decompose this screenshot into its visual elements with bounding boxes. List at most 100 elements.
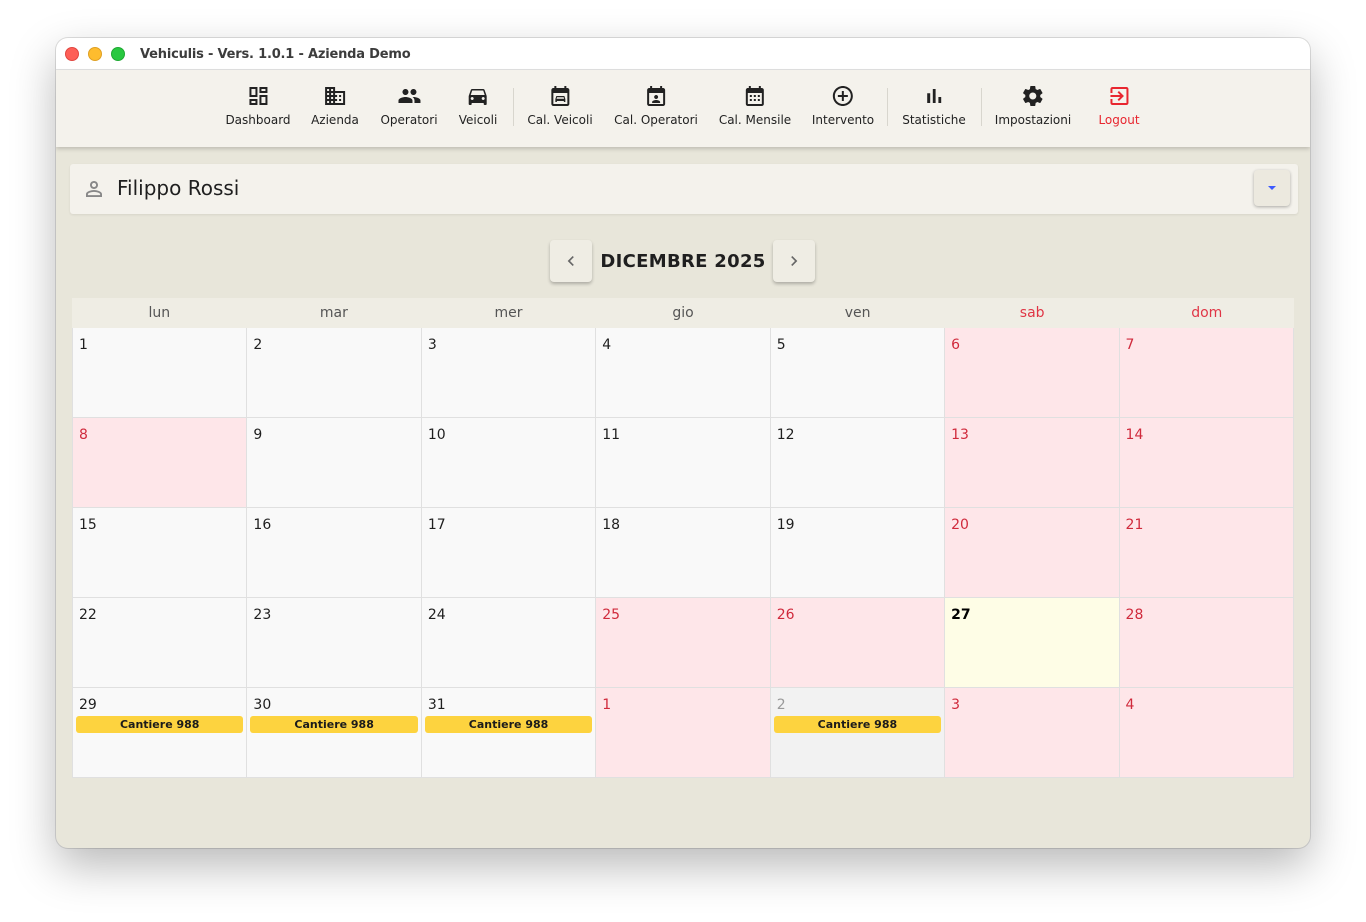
day-cell[interactable]: 17 <box>421 508 597 598</box>
day-cell[interactable]: 14 <box>1119 418 1294 508</box>
day-number: 8 <box>79 427 88 443</box>
day-number: 16 <box>253 517 272 533</box>
day-number: 12 <box>776 427 795 443</box>
day-cell[interactable]: 11 <box>596 418 771 508</box>
day-cell[interactable]: 18 <box>596 508 771 598</box>
calendar-grid-icon <box>746 86 764 106</box>
day-cell[interactable]: 4 <box>596 328 771 418</box>
day-cell[interactable]: 27 <box>945 598 1120 688</box>
operator-dropdown-button[interactable] <box>1254 170 1290 206</box>
toolbar-impostazioni-button[interactable]: Impostazioni <box>995 84 1071 134</box>
toolbar-cal-mensile-button[interactable]: Cal. Mensile <box>719 84 791 134</box>
weekday-label: sab <box>1019 305 1045 321</box>
day-cell[interactable]: 2 Cantiere 988 <box>770 688 946 778</box>
day-number: 31 <box>427 697 446 713</box>
day-cell[interactable]: 20 <box>945 508 1120 598</box>
day-number: 25 <box>602 607 621 623</box>
day-cell[interactable]: 15 <box>72 508 248 598</box>
weekday-label: lun <box>148 305 171 321</box>
day-number: 7 <box>1125 337 1135 353</box>
toolbar-intervento-label: Intervento <box>811 113 875 127</box>
day-number: 10 <box>427 427 446 443</box>
toolbar-cal-operatori-button[interactable]: Cal. Operatori <box>614 84 698 134</box>
weekday-label: mer <box>494 305 523 321</box>
toolbar-cal-operatori-label: Cal. Operatori <box>614 113 698 127</box>
toolbar-logout-button[interactable]: Logout <box>1098 84 1140 134</box>
add-circle-icon <box>833 86 853 106</box>
day-number: 21 <box>1125 517 1144 533</box>
day-cell[interactable]: 13 <box>945 418 1120 508</box>
day-cell[interactable]: 16 <box>247 508 422 598</box>
toolbar-cal-veicoli-button[interactable]: Cal. Veicoli <box>527 84 593 134</box>
day-number: 23 <box>253 607 272 623</box>
building-icon <box>325 87 345 105</box>
day-cell[interactable]: 21 <box>1119 508 1294 598</box>
day-number: 1 <box>79 337 88 353</box>
day-cell[interactable]: 3 <box>945 688 1120 778</box>
car-icon <box>468 89 487 105</box>
day-cell[interactable]: 8 <box>72 418 248 508</box>
day-number: 29 <box>79 697 97 713</box>
event-chip[interactable]: Cantiere 988 <box>424 716 593 733</box>
day-number: 1 <box>602 697 612 713</box>
toolbar-operatori-label: Operatori <box>380 113 438 127</box>
event-chip[interactable]: Cantiere 988 <box>250 716 418 733</box>
toolbar-separator <box>887 88 888 126</box>
toolbar-veicoli-button[interactable]: Veicoli <box>459 84 497 134</box>
chevron-right-icon <box>791 256 798 266</box>
day-cell[interactable]: 26 <box>770 598 946 688</box>
toolbar-separator <box>981 88 982 126</box>
toolbar-operatori-button[interactable]: Operatori <box>380 84 438 134</box>
dashboard-icon <box>248 87 267 105</box>
day-cell[interactable]: 19 <box>770 508 946 598</box>
caret-down-icon <box>1268 186 1276 190</box>
day-cell[interactable]: 6 <box>945 328 1120 418</box>
day-number: 5 <box>776 337 786 353</box>
close-window-button[interactable] <box>65 47 79 61</box>
event-chip[interactable]: Cantiere 988 <box>773 716 942 733</box>
week-row: 8 9 10 11 12 13 14 <box>72 418 1294 508</box>
day-cell[interactable]: 22 <box>72 598 248 688</box>
day-number: 19 <box>776 517 795 533</box>
day-cell[interactable]: 29 Cantiere 988 <box>72 688 248 778</box>
toolbar-logout-label: Logout <box>1098 113 1140 127</box>
weekday-label: gio <box>672 305 694 321</box>
toolbar-separator <box>513 88 514 126</box>
day-cell[interactable]: 2 <box>247 328 422 418</box>
week-row: 29 Cantiere 988 30 Cantiere 988 31 Cantiere 9… <box>72 688 1294 778</box>
title-bar: Vehiculis - Vers. 1.0.1 - Azienda Demo <box>56 38 1310 70</box>
toolbar-azienda-button[interactable]: Azienda <box>311 84 359 134</box>
toolbar-dashboard-button[interactable]: Dashboard <box>225 84 291 134</box>
day-cell[interactable]: 31 Cantiere 988 <box>421 688 597 778</box>
day-cell[interactable]: 3 <box>421 328 597 418</box>
day-number: 4 <box>602 337 612 353</box>
day-number: 28 <box>1125 607 1144 623</box>
day-cell[interactable]: 25 <box>596 598 771 688</box>
toolbar-cal-mensile-label: Cal. Mensile <box>718 113 792 127</box>
day-cell[interactable]: 12 <box>770 418 946 508</box>
calendar-person-icon <box>647 86 665 106</box>
day-cell[interactable]: 10 <box>421 418 597 508</box>
day-cell[interactable]: 1 <box>72 328 248 418</box>
next-month-button[interactable] <box>773 240 815 282</box>
day-cell[interactable]: 24 <box>421 598 597 688</box>
toolbar-cal-veicoli-label: Cal. Veicoli <box>527 113 593 127</box>
toolbar-statistiche-button[interactable]: Statistiche <box>902 84 966 134</box>
toolbar-intervento-button[interactable]: Intervento <box>812 84 874 134</box>
day-cell[interactable]: 23 <box>247 598 422 688</box>
day-cell[interactable]: 28 <box>1119 598 1294 688</box>
day-cell[interactable]: 30 Cantiere 988 <box>247 688 422 778</box>
operator-selector[interactable]: Filippo Rossi <box>70 164 1298 214</box>
bar-chart-icon <box>927 89 941 103</box>
day-number: 17 <box>427 517 446 533</box>
day-cell[interactable]: 1 <box>596 688 771 778</box>
maximize-window-button[interactable] <box>111 47 125 61</box>
person-icon <box>86 181 102 197</box>
day-cell[interactable]: 5 <box>770 328 946 418</box>
event-chip[interactable]: Cantiere 988 <box>76 716 244 733</box>
minimize-window-button[interactable] <box>88 47 102 61</box>
day-cell[interactable]: 9 <box>247 418 422 508</box>
previous-month-button[interactable] <box>550 240 592 282</box>
day-cell[interactable]: 7 <box>1119 328 1294 418</box>
day-cell[interactable]: 4 <box>1119 688 1294 778</box>
